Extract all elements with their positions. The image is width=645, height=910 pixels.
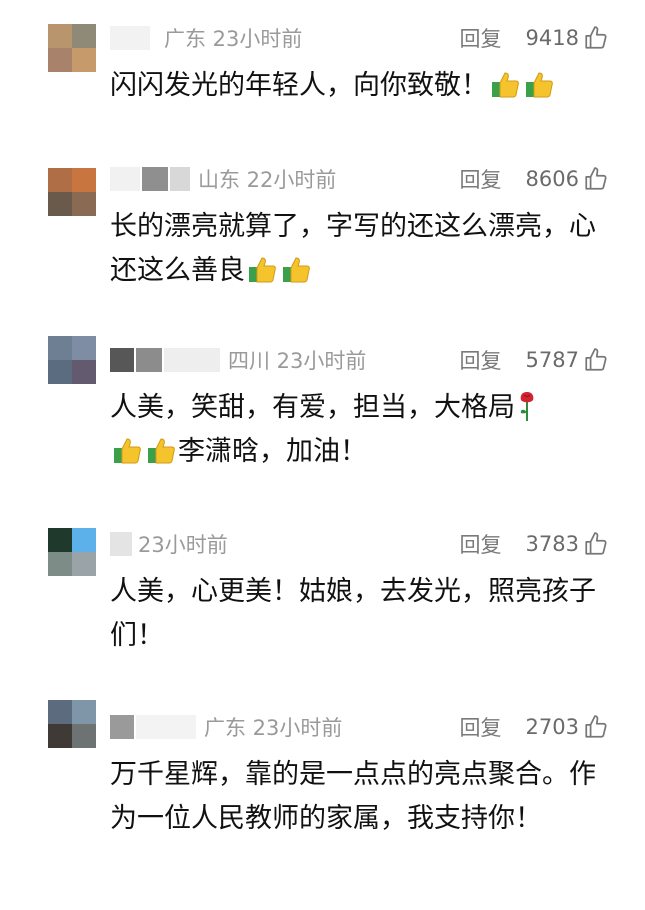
thumbs-up-outline-icon[interactable]	[583, 347, 609, 373]
location-time: 广东 23小时前	[204, 716, 343, 740]
thumbs-up-emoji-icon	[148, 438, 175, 464]
like-count: 8606	[525, 167, 579, 191]
avatar[interactable]	[48, 24, 96, 72]
location-time: 山东 22小时前	[198, 168, 337, 192]
username-redacted[interactable]	[110, 530, 134, 558]
reply-button[interactable]: 回复	[460, 529, 502, 559]
thumbs-up-emoji-icon	[283, 257, 310, 283]
avatar[interactable]	[48, 528, 96, 576]
comment-meta: 山东 22小时前 回复 8606	[110, 165, 609, 193]
thumbs-up-emoji-icon	[114, 438, 141, 464]
comment-text-wrapper: 人美，心更美！姑娘，去发光，照亮孩子们！	[110, 570, 600, 658]
avatar[interactable]	[48, 336, 96, 384]
reply-button[interactable]: 回复	[460, 23, 502, 53]
thumbs-up-emoji-icon	[249, 257, 276, 283]
comment-text: 人美，心更美！姑娘，去发光，照亮孩子们！	[110, 576, 596, 651]
username-redacted[interactable]	[110, 713, 198, 741]
avatar[interactable]	[48, 168, 96, 216]
like-count: 2703	[525, 715, 579, 739]
like-count: 3783	[525, 532, 579, 556]
like-count: 5787	[525, 348, 579, 372]
thumbs-up-outline-icon[interactable]	[583, 714, 609, 740]
comment-text-wrapper: 闪闪发光的年轻人，向你致敬！	[110, 64, 600, 108]
reply-button[interactable]: 回复	[460, 345, 502, 375]
thumbs-up-outline-icon[interactable]	[583, 25, 609, 51]
reply-button[interactable]: 回复	[460, 164, 502, 194]
thumbs-up-outline-icon[interactable]	[583, 531, 609, 557]
comment-text-wrapper: 长的漂亮就算了，字写的还这么漂亮，心还这么善良	[110, 205, 600, 293]
thumbs-up-outline-icon[interactable]	[583, 166, 609, 192]
comment-text: 长的漂亮就算了，字写的还这么漂亮，心还这么善良	[110, 211, 596, 286]
comment-text-wrapper: 人美，笑甜，有爱，担当，大格局李潇晗，加油！	[110, 386, 600, 474]
comment-meta: 广东 23小时前 回复 2703	[110, 713, 609, 741]
username-redacted[interactable]	[110, 346, 222, 374]
username-redacted[interactable]	[110, 165, 192, 193]
rose-emoji-icon	[520, 392, 534, 421]
comment-text: 万千星辉，靠的是一点点的亮点聚合。作为一位人民教师的家属，我支持你！	[110, 759, 596, 834]
thumbs-up-emoji-icon	[526, 72, 553, 98]
location-time: 四川 23小时前	[228, 349, 367, 373]
location-time: 广东 23小时前	[164, 27, 303, 51]
comment-meta: 四川 23小时前 回复 5787	[110, 346, 609, 374]
avatar[interactable]	[48, 700, 96, 748]
username-redacted[interactable]	[110, 24, 152, 52]
comment-text-wrapper: 万千星辉，靠的是一点点的亮点聚合。作为一位人民教师的家属，我支持你！	[110, 753, 600, 841]
comment-text: 李潇晗，加油！	[178, 436, 367, 467]
comment-meta: 广东 23小时前 回复 9418	[110, 24, 609, 52]
reply-button[interactable]: 回复	[460, 712, 502, 742]
like-count: 9418	[525, 26, 579, 50]
location-time: 23小时前	[138, 533, 228, 557]
comment-text: 闪闪发光的年轻人，向你致敬！	[110, 70, 488, 101]
comment-meta: 23小时前 回复 3783	[110, 530, 609, 558]
comment-text: 人美，笑甜，有爱，担当，大格局	[110, 392, 515, 423]
thumbs-up-emoji-icon	[492, 72, 519, 98]
